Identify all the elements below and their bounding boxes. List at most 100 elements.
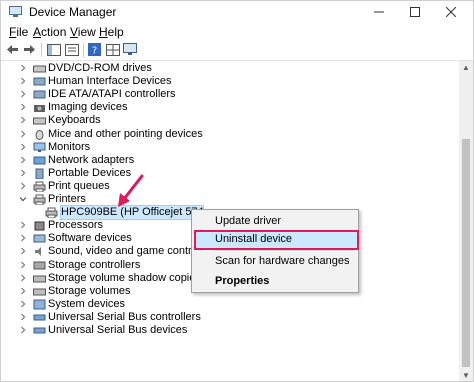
maximize-button[interactable] bbox=[399, 1, 431, 23]
tree-node-label: Imaging devices bbox=[48, 101, 128, 113]
printer-icon bbox=[33, 181, 46, 192]
tree-category-node[interactable]: IDE ATA/ATAPI controllers bbox=[1, 88, 401, 101]
context-menu: Update driver Uninstall device Scan for … bbox=[191, 209, 359, 293]
printer-icon bbox=[33, 194, 46, 205]
chevron-right-icon[interactable] bbox=[19, 274, 27, 282]
tree-category-node[interactable]: Keyboards bbox=[1, 114, 401, 127]
grid-view-icon bbox=[105, 43, 120, 56]
title-bar: Device Manager bbox=[1, 1, 473, 23]
tree-category-node[interactable]: Monitors bbox=[1, 141, 401, 154]
monitor-icon bbox=[33, 142, 46, 152]
tree-node-label: Storage volume shadow copies bbox=[48, 272, 201, 284]
maximize-icon bbox=[410, 7, 420, 17]
printer-icon bbox=[45, 207, 58, 218]
properties-icon bbox=[64, 43, 79, 56]
chevron-right-icon[interactable] bbox=[19, 156, 27, 164]
ide-controller-icon bbox=[33, 90, 46, 99]
minimize-button[interactable] bbox=[363, 1, 395, 23]
context-menu-uninstall-device[interactable]: Uninstall device bbox=[192, 230, 358, 248]
chevron-right-icon[interactable] bbox=[19, 221, 27, 229]
chevron-right-icon[interactable] bbox=[19, 116, 27, 124]
chevron-right-icon[interactable] bbox=[19, 103, 27, 111]
context-menu-update-driver[interactable]: Update driver bbox=[192, 212, 358, 230]
chevron-right-icon[interactable] bbox=[19, 326, 27, 334]
vertical-scrollbar[interactable]: ▲ ▼ bbox=[459, 61, 473, 381]
close-button[interactable] bbox=[435, 1, 467, 23]
chevron-right-icon[interactable] bbox=[19, 64, 27, 72]
tree-node-label: Mice and other pointing devices bbox=[48, 128, 203, 140]
monitor-scan-icon bbox=[123, 43, 137, 55]
tree-node-label: DVD/CD-ROM drives bbox=[48, 62, 152, 74]
menu-action[interactable]: Action bbox=[33, 25, 66, 39]
menu-view[interactable]: View bbox=[70, 25, 96, 39]
scroll-thumb[interactable] bbox=[462, 139, 470, 367]
device-manager-app-icon bbox=[9, 6, 22, 17]
tree-node-label: IDE ATA/ATAPI controllers bbox=[48, 88, 176, 100]
svg-text:?: ? bbox=[92, 46, 97, 57]
annotation-arrow-icon bbox=[118, 174, 144, 207]
tree-node-label: Storage controllers bbox=[48, 259, 141, 271]
chevron-down-icon[interactable] bbox=[19, 195, 27, 203]
tree-category-node[interactable]: Print queues bbox=[1, 180, 401, 193]
software-device-icon bbox=[33, 234, 46, 243]
menu-help[interactable]: Help bbox=[99, 25, 124, 39]
chevron-right-icon[interactable] bbox=[19, 90, 27, 98]
usb-icon bbox=[33, 327, 46, 334]
chevron-right-icon[interactable] bbox=[19, 182, 27, 190]
tree-category-node[interactable]: Universal Serial Bus devices bbox=[1, 324, 401, 337]
chevron-right-icon[interactable] bbox=[19, 313, 27, 321]
scroll-up-icon[interactable]: ▲ bbox=[459, 61, 473, 73]
menu-bar: File Action View Help bbox=[1, 24, 473, 40]
scan-hardware-button[interactable] bbox=[123, 42, 138, 57]
show-hide-console-tree-button[interactable] bbox=[46, 42, 61, 57]
chevron-right-icon[interactable] bbox=[19, 77, 27, 85]
scroll-down-icon[interactable]: ▼ bbox=[459, 369, 473, 381]
back-arrow-icon bbox=[7, 45, 18, 54]
tree-category-node[interactable]: Human Interface Devices bbox=[1, 75, 401, 88]
tree-category-node[interactable]: System devices bbox=[1, 298, 401, 311]
chevron-right-icon[interactable] bbox=[19, 234, 27, 242]
back-button[interactable] bbox=[5, 42, 20, 57]
toolbar-separator bbox=[41, 43, 42, 57]
forward-arrow-icon bbox=[24, 45, 35, 54]
dvd-drive-icon bbox=[33, 65, 46, 73]
help-icon: ? bbox=[88, 43, 101, 56]
chevron-right-icon[interactable] bbox=[19, 300, 27, 308]
menu-file[interactable]: File bbox=[9, 25, 28, 39]
context-menu-properties[interactable]: Properties bbox=[192, 272, 358, 290]
tree-node-label: Network adapters bbox=[48, 154, 135, 166]
toolbar-separator bbox=[83, 43, 84, 57]
tree-node-label: Keyboards bbox=[48, 114, 101, 126]
sound-icon bbox=[35, 247, 41, 256]
minimize-icon bbox=[374, 11, 384, 13]
portable-device-icon bbox=[35, 168, 44, 179]
context-menu-scan-hardware[interactable]: Scan for hardware changes bbox=[192, 252, 358, 270]
tree-category-node[interactable]: Network adapters bbox=[1, 154, 401, 167]
camera-icon bbox=[34, 105, 45, 112]
tree-category-node[interactable]: Portable Devices bbox=[1, 167, 401, 180]
help-toolbar-button[interactable]: ? bbox=[87, 42, 102, 57]
tree-node-label: Universal Serial Bus devices bbox=[48, 324, 188, 336]
tree-category-node[interactable]: Universal Serial Bus controllers bbox=[1, 311, 401, 324]
mouse-icon bbox=[35, 130, 44, 140]
usb-icon bbox=[33, 314, 46, 321]
tree-node-label: System devices bbox=[48, 298, 126, 310]
close-icon bbox=[446, 7, 456, 17]
chevron-right-icon[interactable] bbox=[19, 130, 27, 138]
properties-toolbar-button[interactable] bbox=[64, 42, 79, 57]
tree-category-node[interactable]: DVD/CD-ROM drives bbox=[1, 62, 401, 75]
device-manager-window: Device Manager File Action View Help ? D… bbox=[0, 0, 474, 382]
chevron-right-icon[interactable] bbox=[19, 143, 27, 151]
storage-icon bbox=[33, 275, 46, 283]
tree-node-label: Software devices bbox=[48, 232, 132, 244]
forward-button[interactable] bbox=[22, 42, 37, 57]
console-view-button[interactable] bbox=[105, 42, 120, 57]
network-icon bbox=[33, 156, 46, 165]
chevron-right-icon[interactable] bbox=[19, 287, 27, 295]
storage-controller-icon bbox=[33, 261, 46, 270]
tree-category-node[interactable]: Mice and other pointing devices bbox=[1, 128, 401, 141]
chevron-right-icon[interactable] bbox=[19, 247, 27, 255]
chevron-right-icon[interactable] bbox=[19, 261, 27, 269]
tree-category-node[interactable]: Imaging devices bbox=[1, 101, 401, 114]
chevron-right-icon[interactable] bbox=[19, 169, 27, 177]
